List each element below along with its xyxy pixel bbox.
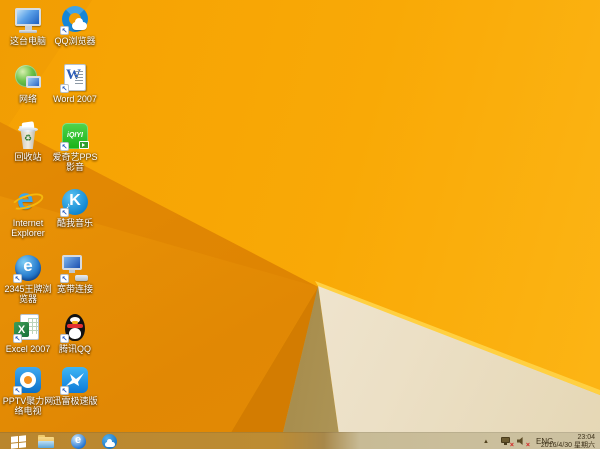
monitor-shape bbox=[26, 76, 41, 88]
desktop-icon-thunder[interactable]: ↖ 迅雷极速版 bbox=[49, 365, 101, 406]
penguin-scarf bbox=[67, 324, 83, 328]
recycle-bin-icon: ♻ bbox=[13, 121, 43, 151]
desktop-icon-excel-2007[interactable]: X ↖ Excel 2007 bbox=[2, 313, 54, 354]
show-hidden-icons-button[interactable]: ▲ bbox=[483, 439, 489, 445]
taskbar-qq-browser-button[interactable] bbox=[98, 433, 120, 449]
taskbar-internet-explorer-button[interactable]: e bbox=[68, 433, 88, 449]
desktop-icon-2345-browser[interactable]: e ↖ 2345王牌浏览器 bbox=[2, 253, 54, 304]
thunder-icon: ↖ bbox=[60, 365, 90, 395]
desktop-icon-recycle-bin[interactable]: ♻ 回收站 bbox=[2, 121, 54, 162]
desktop-icon-kuwo-music[interactable]: K ♪ ↖ 酷我音乐 bbox=[49, 187, 101, 228]
shortcut-arrow-icon: ↖ bbox=[13, 334, 22, 343]
this-pc-icon bbox=[13, 5, 43, 35]
cloud-shape bbox=[72, 18, 87, 30]
desktop-icon-pptv[interactable]: ↖ PPTV聚力网络电视 bbox=[2, 365, 54, 416]
desktop-icon-network[interactable]: 网络 bbox=[2, 63, 54, 104]
monitor-base bbox=[19, 30, 37, 33]
shortcut-arrow-icon: ↖ bbox=[13, 386, 22, 395]
icon-label: 2345王牌浏览器 bbox=[4, 284, 52, 304]
desktop-screen: 这台电脑 ↖ QQ浏览器 网络 W ↖ Word 2007 ♻ 回收站 iQIY… bbox=[0, 0, 600, 449]
clock[interactable]: 23:04 2016/4/30 星期六 bbox=[541, 434, 595, 449]
kuwo-music-icon: K ♪ ↖ bbox=[60, 187, 90, 217]
icon-label: 这台电脑 bbox=[9, 36, 46, 46]
desktop-icon-internet-explorer[interactable]: e Internet Explorer bbox=[2, 183, 54, 238]
network-disconnected-x: × bbox=[509, 442, 514, 449]
qq-browser-coin-icon bbox=[101, 434, 117, 449]
spreadsheet-grid bbox=[28, 318, 38, 334]
volume-muted-icon[interactable]: × bbox=[517, 437, 530, 449]
icon-label: Word 2007 bbox=[53, 94, 97, 104]
windows-logo-icon bbox=[10, 434, 26, 449]
icon-label: 回收站 bbox=[14, 152, 42, 162]
internet-explorer-icon: e bbox=[9, 183, 46, 217]
word-2007-icon: W ↖ bbox=[60, 63, 90, 93]
monitor-stand bbox=[69, 270, 75, 273]
speaker-glyph bbox=[517, 437, 523, 445]
shortcut-arrow-icon: ↖ bbox=[60, 334, 69, 343]
volume-muted-x: × bbox=[525, 442, 530, 449]
shortcut-arrow-icon: ↖ bbox=[60, 142, 69, 151]
shortcut-arrow-icon: ↖ bbox=[60, 274, 69, 283]
broadband-connection-icon: ↖ bbox=[60, 253, 90, 283]
icon-label: QQ浏览器 bbox=[54, 36, 96, 46]
recycle-symbol-icon: ♻ bbox=[23, 133, 33, 143]
document-lines bbox=[75, 71, 83, 84]
folder-icon bbox=[38, 435, 54, 448]
icon-label: 宽带连接 bbox=[56, 284, 93, 294]
desktop-icon-word-2007[interactable]: W ↖ Word 2007 bbox=[49, 63, 101, 104]
icon-label: Internet Explorer bbox=[11, 218, 45, 238]
cloud-shape bbox=[104, 439, 115, 447]
shortcut-arrow-icon: ↖ bbox=[60, 386, 69, 395]
windows-logo-pane bbox=[18, 441, 26, 448]
shortcut-arrow-icon: ↖ bbox=[13, 274, 22, 283]
windows-logo-pane bbox=[10, 435, 18, 442]
clock-time: 23:04 bbox=[577, 434, 595, 441]
icon-label: 网络 bbox=[18, 94, 37, 104]
windows-logo-pane bbox=[10, 442, 18, 449]
modem-shape bbox=[75, 275, 88, 281]
network-icon bbox=[13, 63, 43, 93]
start-button[interactable] bbox=[8, 433, 28, 449]
ie-coin-icon: e bbox=[70, 434, 86, 449]
tv-play-glyph bbox=[79, 141, 89, 149]
taskbar: e ▲ × × ENG 23:04 2016/4/30 星期六 bbox=[0, 432, 600, 449]
desktop-icon-iqiyi[interactable]: iQIYI ↖ 爱奇艺PPS影音 bbox=[49, 121, 101, 172]
desktop-icon-qq-browser[interactable]: ↖ QQ浏览器 bbox=[49, 5, 101, 46]
iqiyi-icon: iQIYI ↖ bbox=[60, 121, 90, 151]
icon-label: 腾讯QQ bbox=[58, 344, 91, 354]
orange-dot bbox=[24, 376, 32, 384]
icon-label: PPTV聚力网络电视 bbox=[2, 396, 54, 416]
2345-browser-icon: e ↖ bbox=[13, 253, 43, 283]
qq-penguin-icon: ↖ bbox=[60, 313, 90, 343]
icon-label: Excel 2007 bbox=[5, 344, 51, 354]
icon-label: 酷我音乐 bbox=[56, 218, 93, 228]
desktop-icon-tencent-qq[interactable]: ↖ 腾讯QQ bbox=[49, 313, 101, 354]
taskbar-file-explorer-button[interactable] bbox=[36, 433, 56, 449]
shortcut-arrow-icon: ↖ bbox=[60, 208, 69, 217]
icon-label: 爱奇艺PPS影音 bbox=[52, 152, 98, 172]
pptv-icon: ↖ bbox=[13, 365, 43, 395]
desktop-icon-this-pc[interactable]: 这台电脑 bbox=[2, 5, 54, 46]
folder-front bbox=[38, 441, 54, 448]
ie-letter: e bbox=[74, 434, 82, 446]
iqiyi-logo-text: iQIYI bbox=[67, 132, 83, 139]
monitor-shape bbox=[62, 255, 82, 270]
shortcut-arrow-icon: ↖ bbox=[60, 26, 69, 35]
penguin-belly bbox=[69, 328, 81, 339]
icon-label: 迅雷极速版 bbox=[52, 396, 98, 406]
clock-date: 2016/4/30 星期六 bbox=[540, 442, 595, 449]
browser-letter: e bbox=[23, 256, 33, 275]
monitor-screen bbox=[15, 8, 41, 26]
network-status-icon[interactable]: × bbox=[501, 437, 514, 449]
qq-browser-icon: ↖ bbox=[60, 5, 90, 35]
windows-logo-pane bbox=[18, 434, 26, 441]
desktop-icon-broadband[interactable]: ↖ 宽带连接 bbox=[49, 253, 101, 294]
network-monitor-foot bbox=[504, 443, 507, 445]
shortcut-arrow-icon: ↖ bbox=[60, 84, 69, 93]
excel-2007-icon: X ↖ bbox=[13, 313, 43, 343]
